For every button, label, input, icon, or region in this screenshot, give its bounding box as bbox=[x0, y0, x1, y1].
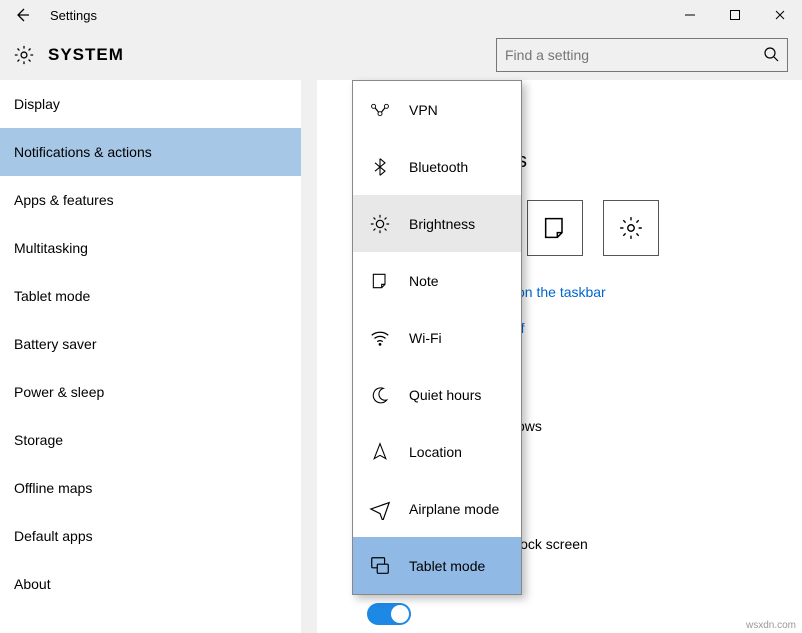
link-off[interactable]: ff bbox=[517, 320, 802, 336]
quick-action-tile-note[interactable] bbox=[527, 200, 583, 256]
moon-icon bbox=[369, 384, 391, 406]
minimize-button[interactable] bbox=[667, 0, 712, 30]
sidebar-item-label: Multitasking bbox=[14, 240, 88, 256]
sidebar-item-label: Offline maps bbox=[14, 480, 92, 496]
search-icon bbox=[763, 46, 779, 65]
sidebar-item-apps[interactable]: Apps & features bbox=[0, 176, 317, 224]
link-taskbar[interactable]: on the taskbar bbox=[517, 284, 802, 300]
popup-item-note[interactable]: Note bbox=[353, 252, 521, 309]
note-icon bbox=[369, 270, 391, 292]
popup-item-brightness[interactable]: Brightness bbox=[353, 195, 521, 252]
sidebar-item-label: Display bbox=[14, 96, 60, 112]
popup-item-location[interactable]: Location bbox=[353, 423, 521, 480]
sidebar-item-default-apps[interactable]: Default apps bbox=[0, 512, 317, 560]
sidebar-item-storage[interactable]: Storage bbox=[0, 416, 317, 464]
popup-item-label: Tablet mode bbox=[409, 558, 485, 574]
search-field[interactable] bbox=[496, 38, 788, 72]
sidebar-item-tablet-mode[interactable]: Tablet mode bbox=[0, 272, 317, 320]
brightness-icon bbox=[369, 213, 391, 235]
vpn-icon bbox=[369, 99, 391, 121]
popup-item-airplane-mode[interactable]: Airplane mode bbox=[353, 480, 521, 537]
sidebar-item-offline-maps[interactable]: Offline maps bbox=[0, 464, 317, 512]
sidebar-item-label: About bbox=[14, 576, 51, 592]
settings-gear-icon bbox=[12, 43, 36, 67]
sidebar-item-multitasking[interactable]: Multitasking bbox=[0, 224, 317, 272]
popup-item-label: Quiet hours bbox=[409, 387, 481, 403]
bluetooth-icon bbox=[369, 156, 391, 178]
popup-item-label: Brightness bbox=[409, 216, 475, 232]
text-lockscreen: lock screen bbox=[517, 536, 802, 552]
sidebar-item-notifications[interactable]: Notifications & actions bbox=[0, 128, 317, 176]
popup-item-wifi[interactable]: Wi-Fi bbox=[353, 309, 521, 366]
watermark: wsxdn.com bbox=[746, 620, 796, 631]
sidebar-item-label: Apps & features bbox=[14, 192, 114, 208]
popup-item-vpn[interactable]: VPN bbox=[353, 81, 521, 138]
header: SYSTEM bbox=[0, 30, 802, 80]
search-input[interactable] bbox=[505, 47, 763, 63]
maximize-button[interactable] bbox=[712, 0, 757, 30]
close-button[interactable] bbox=[757, 0, 802, 30]
sidebar-item-label: Battery saver bbox=[14, 336, 96, 352]
popup-item-quiet-hours[interactable]: Quiet hours bbox=[353, 366, 521, 423]
sidebar-item-label: Default apps bbox=[14, 528, 93, 544]
popup-item-bluetooth[interactable]: Bluetooth bbox=[353, 138, 521, 195]
popup-item-label: Airplane mode bbox=[409, 501, 499, 517]
sidebar-item-label: Power & sleep bbox=[14, 384, 104, 400]
quick-action-tile-settings[interactable] bbox=[603, 200, 659, 256]
sidebar-item-power-sleep[interactable]: Power & sleep bbox=[0, 368, 317, 416]
location-icon bbox=[369, 441, 391, 463]
sidebar-scrollbar[interactable] bbox=[301, 80, 317, 633]
sidebar-item-label: Notifications & actions bbox=[14, 144, 152, 160]
sidebar-item-display[interactable]: Display bbox=[0, 80, 317, 128]
tablet-icon bbox=[369, 555, 391, 577]
quick-action-dropdown: VPN Bluetooth Brightness Note Wi-Fi Quie… bbox=[352, 80, 522, 595]
popup-item-label: Bluetooth bbox=[409, 159, 468, 175]
popup-item-label: Note bbox=[409, 273, 439, 289]
sidebar-item-label: Storage bbox=[14, 432, 63, 448]
wifi-icon bbox=[369, 327, 391, 349]
page-title: SYSTEM bbox=[48, 45, 124, 65]
titlebar: Settings bbox=[0, 0, 802, 30]
popup-item-label: Wi-Fi bbox=[409, 330, 442, 346]
gear-icon bbox=[618, 215, 644, 241]
sidebar: Display Notifications & actions Apps & f… bbox=[0, 80, 317, 633]
toggle-switch[interactable] bbox=[367, 603, 411, 625]
back-button[interactable] bbox=[0, 0, 44, 30]
note-icon bbox=[541, 214, 569, 242]
window-title: Settings bbox=[44, 8, 97, 23]
popup-item-label: VPN bbox=[409, 102, 438, 118]
popup-item-label: Location bbox=[409, 444, 462, 460]
popup-item-tablet-mode[interactable]: Tablet mode bbox=[353, 537, 521, 594]
sidebar-item-about[interactable]: About bbox=[0, 560, 317, 608]
airplane-icon bbox=[369, 498, 391, 520]
text-windows: ows bbox=[517, 418, 802, 434]
sidebar-item-battery-saver[interactable]: Battery saver bbox=[0, 320, 317, 368]
sidebar-item-label: Tablet mode bbox=[14, 288, 90, 304]
